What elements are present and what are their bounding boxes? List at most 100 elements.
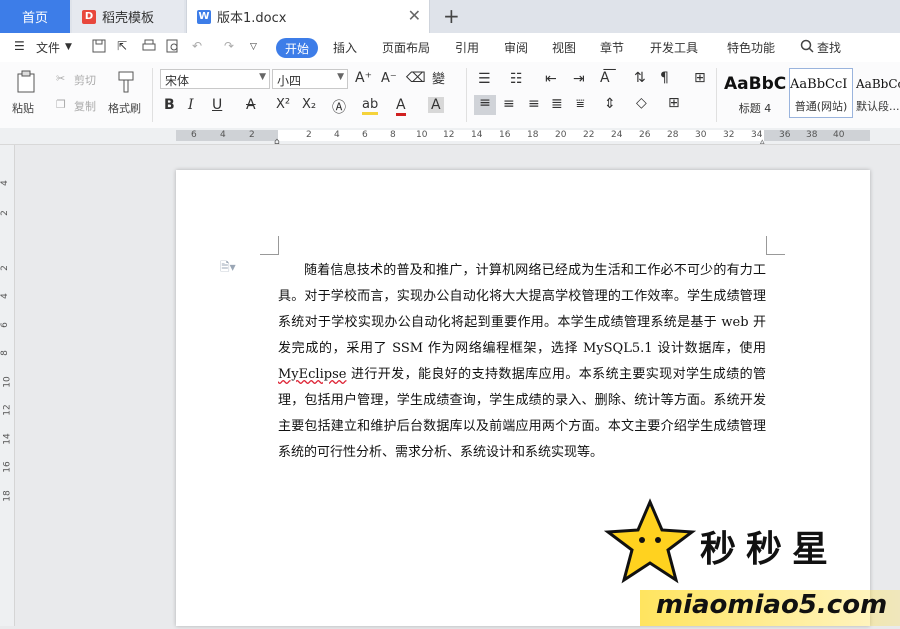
ruler-tick: 10 xyxy=(2,376,13,388)
shading-fill-icon[interactable]: ◇ xyxy=(636,95,647,111)
align-right-icon[interactable]: ≡ xyxy=(528,96,540,112)
justify-icon[interactable]: ≣ xyxy=(551,96,563,112)
bullet-list-icon[interactable]: ☰ xyxy=(478,71,491,87)
paste-icon[interactable] xyxy=(16,70,38,97)
menu-file[interactable]: 文件 xyxy=(36,39,60,56)
print-preview-icon[interactable] xyxy=(166,39,180,56)
font-size-select[interactable]: 小四 ▼ xyxy=(272,69,348,89)
table-grid-icon[interactable]: ⊞ xyxy=(694,70,706,86)
menu-references[interactable]: 引用 xyxy=(455,39,479,56)
horizontal-ruler[interactable]: 6 4 2 2 4 6 8 10 12 14 16 18 20 22 24 26… xyxy=(0,128,900,147)
text-direction-icon[interactable]: A͞ xyxy=(600,70,610,86)
document-icon[interactable]: 🗎▾ xyxy=(220,258,236,279)
divider xyxy=(152,68,153,122)
style-default-label: 默认段... xyxy=(856,100,900,113)
align-center-icon[interactable]: ≡ xyxy=(503,96,515,112)
menu-review[interactable]: 审阅 xyxy=(504,39,528,56)
ruler-tick: 40 xyxy=(833,130,845,140)
text-effect-icon[interactable]: Ⓐ xyxy=(332,97,346,117)
vertical-ruler[interactable]: 4 2 2 4 6 8 10 12 14 16 18 xyxy=(0,145,15,626)
ruler-tick: 4 xyxy=(0,293,10,299)
distributed-icon[interactable]: ⩸ xyxy=(576,96,585,112)
decrease-indent-icon[interactable]: ⇤ xyxy=(545,71,557,87)
spellcheck-word[interactable]: MyEclipse xyxy=(278,367,346,382)
quick-access-more-icon[interactable]: ▽ xyxy=(250,42,257,52)
style-heading4-label: 标题 4 xyxy=(738,102,772,115)
copy-icon[interactable]: ❐ xyxy=(56,98,66,111)
increase-font-icon[interactable]: A⁺ xyxy=(355,70,372,86)
close-icon[interactable]: ✕ xyxy=(408,8,421,24)
format-painter-icon[interactable] xyxy=(116,70,136,97)
bold-icon[interactable]: B xyxy=(164,97,175,113)
crop-mark xyxy=(766,236,785,255)
style-normal-web[interactable]: AaBbCcI 普通(网站) xyxy=(789,68,853,118)
chevron-down-icon: ▼ xyxy=(259,72,266,82)
menu-developer[interactable]: 开发工具 xyxy=(650,39,698,56)
left-indent-marker-icon[interactable]: ⌂ xyxy=(274,137,280,147)
menu-view[interactable]: 视图 xyxy=(552,39,576,56)
paste-button[interactable]: 粘贴 xyxy=(12,100,34,116)
document-body[interactable]: 随着信息技术的普及和推广，计算机网络已经成为生活和工作必不可少的有力工具。对于学… xyxy=(278,258,766,466)
align-left-icon[interactable]: ≡ xyxy=(474,95,496,115)
crop-mark xyxy=(260,236,279,255)
hamburger-icon[interactable]: ☰ xyxy=(14,39,25,53)
style-heading4[interactable]: AaBbC 标题 4 xyxy=(724,68,786,118)
menu-special-features[interactable]: 特色功能 xyxy=(727,39,775,56)
tab-templates[interactable]: D 稻壳模板 xyxy=(72,0,184,33)
decrease-font-icon[interactable]: A⁻ xyxy=(381,71,397,86)
menu-page-layout[interactable]: 页面布局 xyxy=(382,39,430,56)
ruler-tick: 10 xyxy=(416,130,428,140)
cut-icon[interactable]: ✂ xyxy=(56,72,65,85)
docer-logo-icon: D xyxy=(82,9,96,24)
show-marks-icon[interactable]: ¶ xyxy=(660,70,669,86)
italic-icon[interactable]: I xyxy=(188,97,194,113)
font-name-select[interactable]: 宋体 ▼ xyxy=(160,69,270,89)
subscript-icon[interactable]: X₂ xyxy=(302,97,316,112)
ruler-tick: 2 xyxy=(0,265,10,271)
menu-insert[interactable]: 插入 xyxy=(333,39,357,56)
redo-icon[interactable]: ↷ xyxy=(224,39,234,53)
search-icon[interactable] xyxy=(800,39,814,56)
ruler-tick: 22 xyxy=(583,130,595,140)
menu-home-tab[interactable]: 开始 xyxy=(276,38,318,58)
tab-document[interactable]: W 版本1.docx ✕ xyxy=(186,0,430,33)
format-painter-button[interactable]: 格式刷 xyxy=(108,100,141,116)
menu-section[interactable]: 章节 xyxy=(600,39,624,56)
ruler-tick: 20 xyxy=(555,130,567,140)
increase-indent-icon[interactable]: ⇥ xyxy=(573,71,585,87)
undo-icon[interactable]: ↶ xyxy=(192,39,202,53)
ruler-tick: 12 xyxy=(443,130,455,140)
print-icon[interactable] xyxy=(142,39,156,56)
highlight-icon[interactable]: ab xyxy=(362,97,379,115)
copy-button[interactable]: 复制 xyxy=(74,98,96,114)
ruler-tick: 14 xyxy=(2,433,13,445)
chevron-down-icon[interactable]: ▼ xyxy=(65,42,72,52)
strikethrough-icon[interactable]: A xyxy=(246,97,256,113)
export-icon[interactable]: ⇱ xyxy=(117,39,127,53)
cut-button[interactable]: 剪切 xyxy=(74,72,96,88)
clear-format-icon[interactable]: ⌫ xyxy=(406,70,426,86)
phonetic-guide-icon[interactable]: 變 xyxy=(432,68,445,87)
numbered-list-icon[interactable]: ☷ xyxy=(510,71,523,87)
save-icon[interactable] xyxy=(92,39,106,56)
ruler-tick: 38 xyxy=(806,130,818,140)
ruler-tick: 36 xyxy=(779,130,791,140)
char-shading-icon[interactable]: A xyxy=(428,97,444,113)
superscript-icon[interactable]: X² xyxy=(276,97,290,112)
font-color-icon[interactable]: A xyxy=(396,97,406,116)
search-label[interactable]: 查找 xyxy=(817,39,841,56)
ruler-tick: 18 xyxy=(527,130,539,140)
sort-icon[interactable]: ⇅ xyxy=(634,70,646,86)
underline-icon[interactable]: U xyxy=(212,97,222,113)
ruler-tick: 6 xyxy=(0,322,10,328)
borders-icon[interactable]: ⊞ xyxy=(668,95,680,111)
ruler-tick: 32 xyxy=(723,130,735,140)
tab-home[interactable]: 首页 xyxy=(0,0,70,33)
line-spacing-icon[interactable]: ⇕ xyxy=(604,96,616,112)
watermark-text-url: miaomiao5.com xyxy=(656,590,888,620)
style-default-paragraph[interactable]: AaBbCcI 默认段... xyxy=(856,68,900,118)
ruler-tick: 16 xyxy=(499,130,511,140)
right-indent-marker-icon[interactable]: ▵ xyxy=(760,137,765,147)
new-tab-plus-icon[interactable]: + xyxy=(443,4,460,28)
chevron-down-icon: ▼ xyxy=(337,72,344,82)
